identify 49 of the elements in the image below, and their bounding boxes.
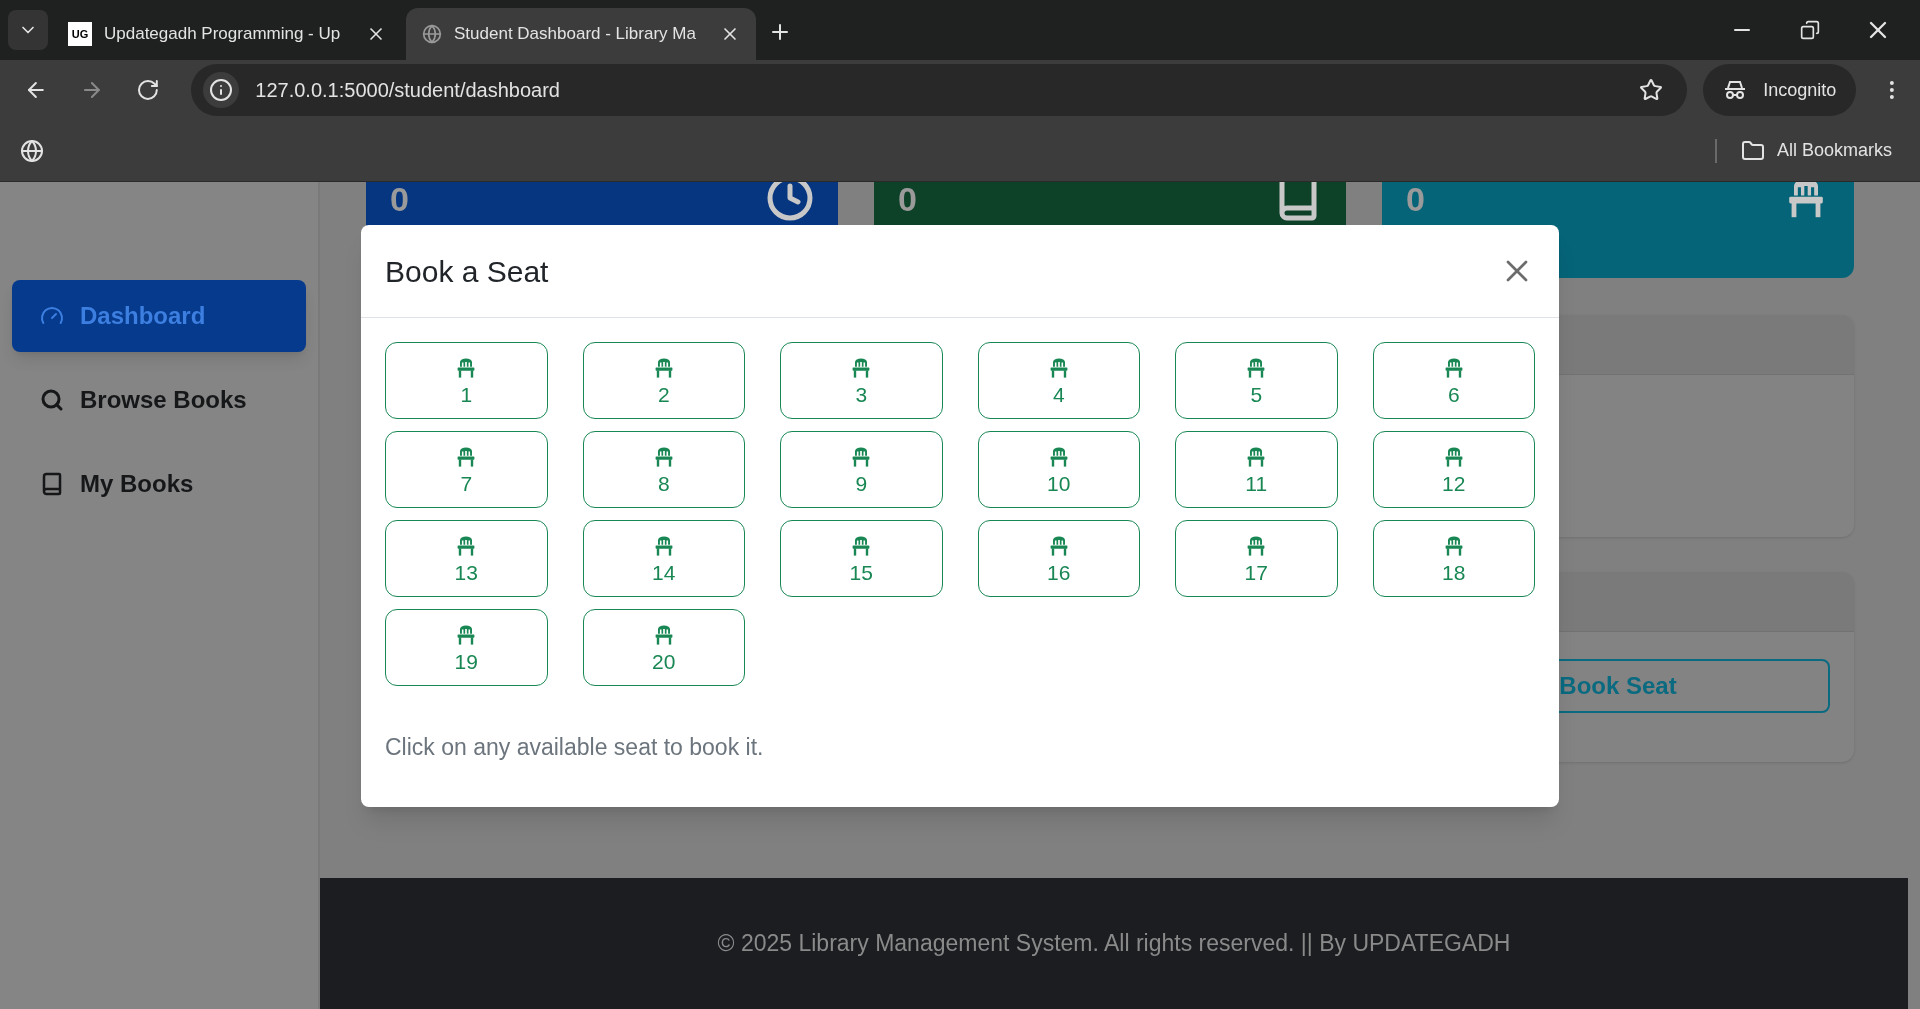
browser-tab[interactable]: UG Updategadh Programming - Up	[52, 8, 402, 60]
globe-icon[interactable]	[20, 138, 44, 163]
star-icon[interactable]	[1639, 78, 1664, 102]
seat-button[interactable]: 17	[1175, 520, 1338, 597]
browser-tab[interactable]: Student Dashboard - Library Ma	[406, 8, 756, 60]
seat-button[interactable]: 18	[1372, 520, 1535, 597]
seat-button[interactable]: 11	[1175, 431, 1338, 508]
folder-icon	[1740, 138, 1765, 163]
seat-button[interactable]: 2	[582, 342, 745, 419]
globe-icon	[422, 24, 442, 44]
restore-icon[interactable]	[1800, 20, 1820, 40]
tab-title: Updategadh Programming - Up	[104, 23, 342, 46]
seat-button[interactable]: 10	[977, 431, 1140, 508]
seat-button[interactable]: 14	[582, 520, 745, 597]
seat-button[interactable]: 4	[977, 342, 1140, 419]
book-icon	[40, 472, 64, 496]
reload-icon[interactable]	[135, 78, 160, 102]
stat-value: 0	[898, 182, 917, 220]
info-icon[interactable]	[209, 78, 234, 102]
seat-button[interactable]: 15	[780, 520, 943, 597]
seat-button[interactable]: 12	[1372, 431, 1535, 508]
incognito-button[interactable]: Incognito	[1703, 64, 1857, 116]
incognito-icon	[1723, 78, 1748, 102]
sidebar-item[interactable]: Dashboard	[12, 280, 306, 352]
seat-button[interactable]: 19	[385, 609, 548, 686]
seat-button[interactable]: 9	[780, 431, 943, 508]
seat-button[interactable]: 5	[1175, 342, 1338, 419]
seat-button[interactable]: 20	[582, 609, 745, 686]
seat-button[interactable]: 16	[977, 520, 1140, 597]
stat-value: 0	[1406, 182, 1425, 220]
sidebar-item[interactable]: Browse Books	[12, 364, 306, 436]
footer-text: © 2025 Library Management System. All rights reserved. || By UPDATEGADH	[717, 929, 1511, 959]
seat-button[interactable]: 7	[385, 431, 548, 508]
modal-note: Click on any available seat to book it.	[385, 733, 765, 762]
clock-icon	[766, 182, 814, 222]
all-bookmarks-button[interactable]: All Bookmarks	[1740, 137, 1900, 164]
seat-button[interactable]: 1	[385, 342, 548, 419]
address-bar[interactable]: 127.0.0.1:5000/student/dashboard	[191, 64, 1688, 116]
seat-button[interactable]: 6	[1372, 342, 1535, 419]
seat-button[interactable]: 8	[582, 431, 745, 508]
search-icon	[40, 388, 64, 412]
sidebar-item[interactable]: My Books	[12, 448, 306, 520]
stat-value: 0	[390, 182, 409, 220]
site-logo: UG	[68, 22, 92, 46]
modal-title: Book a Seat	[385, 253, 549, 290]
seat-button[interactable]: 13	[385, 520, 548, 597]
seat-button[interactable]: 3	[780, 342, 943, 419]
url-text: 127.0.0.1:5000/student/dashboard	[255, 78, 561, 103]
tab-title: Student Dashboard - Library Ma	[454, 23, 697, 46]
